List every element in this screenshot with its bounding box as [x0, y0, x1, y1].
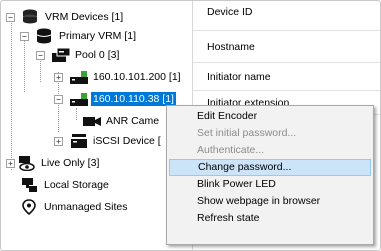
- menu-item-edit-encoder[interactable]: Edit Encoder: [169, 108, 371, 125]
- live-only-icon: [17, 155, 35, 172]
- tree-item-label: Local Storage: [44, 179, 109, 191]
- expand-icon[interactable]: +: [6, 158, 15, 168]
- encoder-device-icon: [69, 69, 88, 85]
- tree-item-label: VRM Devices [1]: [45, 11, 124, 23]
- menu-item-refresh-state[interactable]: Refresh state: [169, 210, 371, 227]
- menu-item-show-webpage[interactable]: Show webpage in browser: [169, 193, 371, 210]
- expand-icon[interactable]: +: [54, 136, 63, 146]
- encoder-device-icon: [69, 91, 88, 107]
- database-stack-icon: [21, 9, 39, 25]
- tree-item-pool[interactable]: − Pool 0 [3]: [36, 46, 121, 64]
- property-label: Initiator name: [207, 70, 271, 83]
- device-tree-window: − VRM Devices [1] − Primary VRM [1] − Po…: [0, 0, 381, 251]
- tree-item-device-2[interactable]: − 160.10.110.38 [1]: [54, 90, 177, 108]
- menu-item-change-password[interactable]: Change password...: [169, 159, 371, 176]
- property-label: Hostname: [207, 40, 255, 53]
- storage-pool-icon: [51, 47, 71, 63]
- context-menu: Edit Encoder Set initial password... Aut…: [166, 105, 374, 245]
- property-row: Hostname: [193, 31, 380, 63]
- expand-icon[interactable]: +: [54, 72, 63, 82]
- tree-item-label: ANR Came: [106, 115, 160, 127]
- iscsi-icon: [69, 133, 87, 149]
- menu-item-blink-power-led[interactable]: Blink Power LED: [169, 176, 371, 193]
- collapse-icon[interactable]: −: [36, 50, 45, 60]
- tree-item-label: Pool 0 [3]: [75, 49, 120, 61]
- local-storage-icon: [20, 177, 38, 193]
- tree-item-local-storage[interactable]: Local Storage: [20, 176, 111, 194]
- property-label: Device ID: [207, 5, 253, 18]
- tree-item-iscsi-device[interactable]: + iSCSI Device [: [54, 132, 163, 150]
- tree-item-live-only[interactable]: + Live Only [3]: [6, 154, 101, 172]
- database-icon: [35, 28, 53, 44]
- tree-item-vrm-devices[interactable]: − VRM Devices [1]: [6, 8, 125, 26]
- tree-item-device-1[interactable]: + 160.10.101.200 [1]: [54, 68, 183, 86]
- collapse-icon[interactable]: −: [6, 12, 15, 22]
- tree-item-label: 160.10.110.38 [1]: [90, 91, 177, 107]
- menu-item-set-initial-password[interactable]: Set initial password...: [169, 125, 371, 142]
- property-row: Device ID: [193, 1, 380, 31]
- tree-item-anr-camera[interactable]: ANR Came: [82, 112, 161, 130]
- tree-item-unmanaged-sites[interactable]: Unmanaged Sites: [20, 198, 129, 216]
- tree-item-label: iSCSI Device [: [93, 135, 161, 147]
- menu-item-authenticate[interactable]: Authenticate...: [169, 142, 371, 159]
- tree-item-label: Unmanaged Sites: [44, 201, 128, 213]
- tree-item-primary-vrm[interactable]: − Primary VRM [1]: [20, 27, 138, 45]
- collapse-icon[interactable]: −: [20, 31, 29, 41]
- location-pin-icon: [20, 199, 38, 216]
- device-tree: − VRM Devices [1] − Primary VRM [1] − Po…: [2, 2, 192, 250]
- property-row: Initiator name: [193, 63, 380, 91]
- collapse-icon[interactable]: −: [54, 94, 63, 104]
- tree-item-label: Primary VRM [1]: [59, 30, 137, 42]
- tree-line: [11, 20, 12, 170]
- camera-icon: [82, 113, 101, 129]
- tree-item-label: 160.10.101.200 [1]: [93, 71, 181, 83]
- tree-item-label: Live Only [3]: [41, 157, 100, 169]
- tree-line: [76, 108, 77, 120]
